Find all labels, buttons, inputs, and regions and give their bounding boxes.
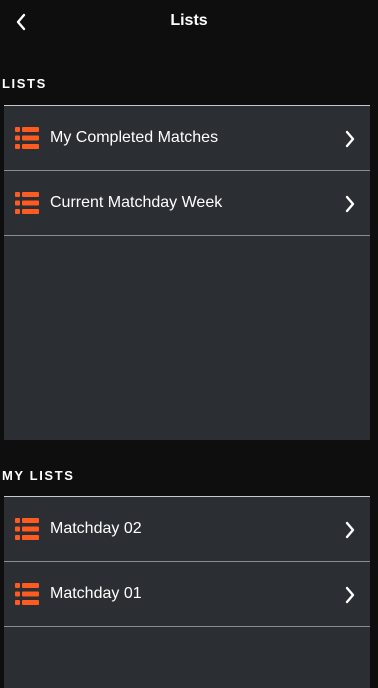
list-icon (15, 518, 39, 540)
list-item-label: Matchday 02 (50, 520, 142, 537)
list-item-label: Current Matchday Week (50, 194, 223, 211)
chevron-right-icon (345, 521, 355, 539)
chevron-right-icon (345, 130, 355, 148)
lists-panel: My Completed Matches Current Matchday We… (4, 105, 370, 440)
section-header-lists: LISTS (2, 76, 47, 91)
lists-screen: Lists LISTS My Completed Matches Current… (0, 0, 378, 688)
list-item-label: Matchday 01 (50, 585, 142, 602)
chevron-right-icon (345, 195, 355, 213)
list-icon (15, 127, 39, 149)
my-lists-panel: Matchday 02 Matchday 01 (4, 496, 370, 688)
list-item-matchday-02[interactable]: Matchday 02 (4, 497, 370, 562)
list-item-my-completed-matches[interactable]: My Completed Matches (4, 106, 370, 171)
list-icon (15, 583, 39, 605)
list-item-current-matchday-week[interactable]: Current Matchday Week (4, 171, 370, 236)
list-icon (15, 192, 39, 214)
top-bar: Lists (0, 0, 378, 44)
list-item-matchday-01[interactable]: Matchday 01 (4, 562, 370, 627)
page-title: Lists (170, 12, 208, 29)
list-item-label: My Completed Matches (50, 129, 219, 146)
section-header-my-lists: MY LISTS (2, 468, 75, 483)
chevron-right-icon (345, 586, 355, 604)
